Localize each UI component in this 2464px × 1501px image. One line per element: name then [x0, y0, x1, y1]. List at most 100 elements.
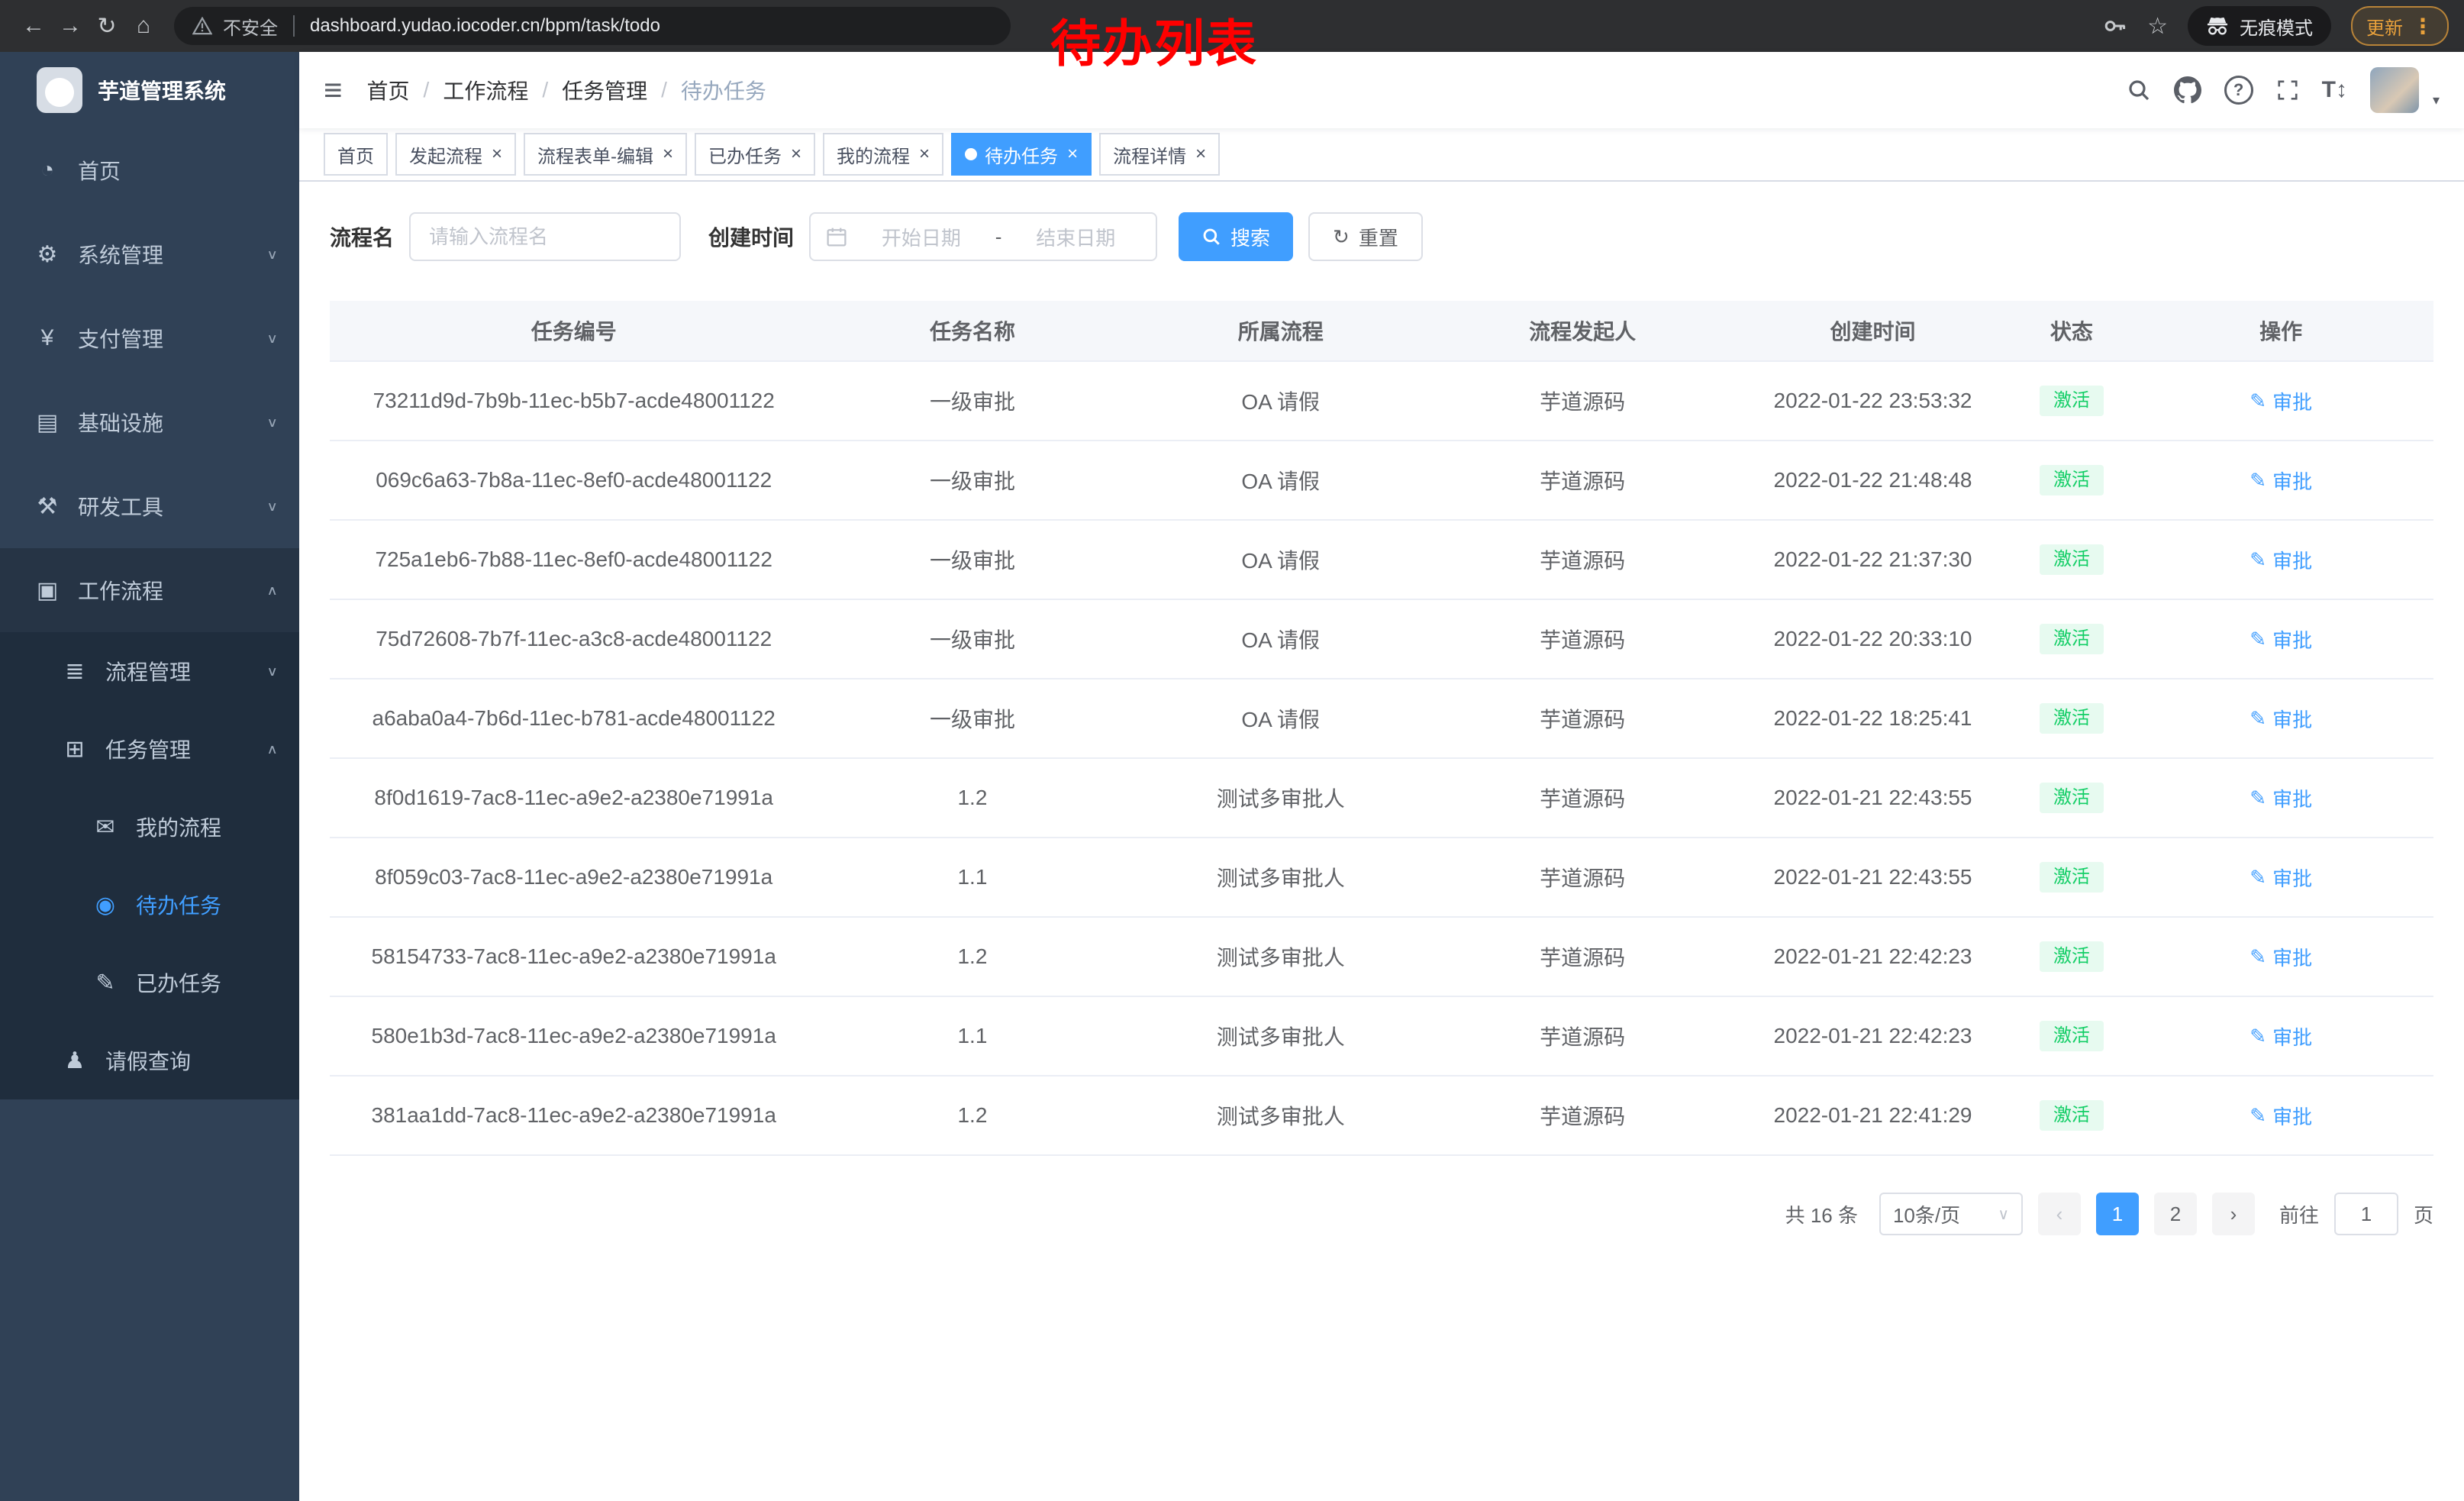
approve-link[interactable]: ✎ 审批 — [2250, 546, 2312, 574]
page-button-2[interactable]: 2 — [2154, 1193, 2197, 1235]
cell-initiator: 芋道源码 — [1434, 441, 1731, 520]
browser-back-icon[interactable]: ← — [15, 13, 52, 39]
approve-link[interactable]: ✎ 审批 — [2250, 466, 2312, 495]
sidebar-item-payment[interactable]: ¥ 支付管理 ∨ — [0, 296, 299, 380]
process-name-input[interactable] — [409, 212, 681, 261]
chevron-down-icon: ∨ — [266, 663, 278, 679]
filter-bar: 流程名 创建时间 开始日期 - 结束日期 — [330, 212, 2433, 261]
sidebar-item-label: 工作流程 — [78, 575, 266, 605]
status-badge: 激活 — [2040, 1100, 2104, 1131]
breadcrumb-home[interactable]: 首页 — [367, 75, 410, 105]
update-label: 更新 — [2366, 13, 2403, 40]
bookmark-star-icon[interactable]: ☆ — [2147, 13, 2168, 40]
sidebar-item-home[interactable]: ◔ 首页 — [0, 128, 299, 212]
key-icon[interactable] — [2103, 14, 2127, 38]
close-icon[interactable]: × — [492, 144, 502, 165]
sidebar-item-done-task[interactable]: ✎ 已办任务 — [0, 944, 299, 1022]
sidebar-item-infrastructure[interactable]: ▤ 基础设施 ∨ — [0, 380, 299, 464]
tab-已办任务[interactable]: 已办任务 × — [695, 133, 815, 176]
approve-link[interactable]: ✎ 审批 — [2250, 387, 2312, 415]
sidebar-item-label: 基础设施 — [78, 407, 266, 437]
tab-流程详情[interactable]: 流程详情 × — [1099, 133, 1220, 176]
incognito-badge: 无痕模式 — [2188, 6, 2331, 46]
approve-link[interactable]: ✎ 审批 — [2250, 705, 2312, 733]
approve-link[interactable]: ✎ 审批 — [2250, 863, 2312, 892]
tab-待办任务[interactable]: 待办任务 × — [951, 133, 1092, 176]
sidebar: 芋道管理系统 ◔ 首页 ⚙ 系统管理 ∨ ¥ 支付管理 ∨ ▤ 基础设施 ∨ ⚒… — [0, 52, 299, 1501]
cell-actions: ✎ 审批 — [2128, 679, 2433, 758]
close-icon[interactable]: × — [919, 144, 930, 165]
browser-home-icon[interactable]: ⌂ — [125, 13, 162, 39]
cell-status: 激活 — [2015, 996, 2129, 1076]
col-header-process: 所属流程 — [1127, 301, 1434, 361]
sidebar-item-devtools[interactable]: ⚒ 研发工具 ∨ — [0, 464, 299, 548]
update-button[interactable]: 更新 ⋮ — [2351, 6, 2449, 46]
cell-initiator: 芋道源码 — [1434, 361, 1731, 441]
tab-我的流程[interactable]: 我的流程 × — [823, 133, 943, 176]
search-icon[interactable] — [2127, 78, 2151, 102]
close-icon[interactable]: × — [663, 144, 673, 165]
search-button[interactable]: 搜索 — [1179, 212, 1293, 261]
cell-status: 激活 — [2015, 599, 2129, 679]
sidebar-item-workflow[interactable]: ▣ 工作流程 ∧ — [0, 548, 299, 632]
app-title: 芋道管理系统 — [98, 75, 226, 105]
status-badge: 激活 — [2040, 465, 2104, 495]
sidebar-item-task-mgmt[interactable]: ⊞ 任务管理 ∧ — [0, 710, 299, 788]
browser-reload-icon[interactable]: ↻ — [89, 13, 125, 40]
approve-link[interactable]: ✎ 审批 — [2250, 1102, 2312, 1130]
tab-发起流程[interactable]: 发起流程 × — [395, 133, 516, 176]
goto-label: 前往 — [2279, 1200, 2319, 1228]
cell-task-id: 75d72608-7b7f-11ec-a3c8-acde48001122 — [330, 599, 818, 679]
sidebar-item-system[interactable]: ⚙ 系统管理 ∨ — [0, 212, 299, 296]
tab-首页[interactable]: 首页 — [324, 133, 388, 176]
list-icon: ≣ — [58, 658, 92, 685]
sidebar-item-my-process[interactable]: ✉ 我的流程 — [0, 788, 299, 866]
breadcrumb-workflow[interactable]: 工作流程 — [443, 75, 528, 105]
approve-link[interactable]: ✎ 审批 — [2250, 943, 2312, 971]
eye-icon: ◉ — [89, 892, 122, 918]
goto-page-input[interactable] — [2334, 1193, 2398, 1235]
github-icon[interactable] — [2174, 76, 2201, 104]
sidebar-toggle-icon[interactable]: ≡ — [324, 74, 343, 106]
browser-forward-icon[interactable]: → — [52, 13, 89, 39]
cell-actions: ✎ 审批 — [2128, 758, 2433, 838]
date-range-picker[interactable]: 开始日期 - 结束日期 — [809, 212, 1157, 261]
cell-task-name: 一级审批 — [818, 599, 1127, 679]
search-button-label: 搜索 — [1230, 223, 1270, 251]
approve-link[interactable]: ✎ 审批 — [2250, 784, 2312, 812]
sidebar-item-todo-task[interactable]: ◉ 待办任务 — [0, 866, 299, 944]
close-icon[interactable]: × — [1195, 144, 1206, 165]
page-size-select[interactable]: 10条/页 ∨ — [1879, 1193, 2023, 1235]
app-logo[interactable]: 芋道管理系统 — [0, 52, 299, 128]
chevron-down-icon: ∨ — [266, 330, 278, 346]
close-icon[interactable]: × — [791, 144, 801, 165]
chevron-down-icon[interactable]: ▾ — [2433, 92, 2440, 108]
cell-task-id: a6aba0a4-7b6d-11ec-b781-acde48001122 — [330, 679, 818, 758]
tab-label: 已办任务 — [708, 141, 782, 168]
prev-page-button[interactable]: ‹ — [2038, 1193, 2081, 1235]
cell-actions: ✎ 审批 — [2128, 838, 2433, 917]
page-button-1[interactable]: 1 — [2096, 1193, 2139, 1235]
next-page-button[interactable]: › — [2212, 1193, 2255, 1235]
cell-task-name: 一级审批 — [818, 441, 1127, 520]
browser-menu-icon[interactable]: ⋮ — [2412, 14, 2433, 39]
approve-link[interactable]: ✎ 审批 — [2250, 1022, 2312, 1051]
font-size-icon[interactable]: T↕ — [2322, 77, 2347, 103]
url-bar[interactable]: 不安全 dashboard.yudao.iocoder.cn/bpm/task/… — [174, 7, 1011, 45]
close-icon[interactable]: × — [1067, 144, 1078, 165]
fullscreen-icon[interactable] — [2276, 79, 2299, 102]
tab-流程表单-编辑[interactable]: 流程表单-编辑 × — [524, 133, 687, 176]
reset-button[interactable]: ↻ 重置 — [1308, 212, 1423, 261]
help-icon[interactable]: ? — [2224, 76, 2253, 105]
approve-link[interactable]: ✎ 审批 — [2250, 625, 2312, 654]
infrastructure-icon: ▤ — [31, 409, 64, 436]
sidebar-item-process-mgmt[interactable]: ≣ 流程管理 ∨ — [0, 632, 299, 710]
tab-bar: 首页 发起流程 × 流程表单-编辑 × 已办任务 × 我的流程 × 待办任务 ×… — [299, 128, 2464, 182]
breadcrumb-task-management[interactable]: 任务管理 — [562, 75, 647, 105]
pagination: 共 16 条 10条/页 ∨ ‹ 12 › 前往 页 — [330, 1193, 2433, 1235]
cell-actions: ✎ 审批 — [2128, 917, 2433, 996]
breadcrumb-separator: / — [661, 78, 667, 102]
sidebar-item-leave-query[interactable]: ♟ 请假查询 — [0, 1022, 299, 1099]
avatar[interactable] — [2370, 67, 2419, 113]
cell-create-time: 2022-01-22 18:25:41 — [1730, 679, 2014, 758]
